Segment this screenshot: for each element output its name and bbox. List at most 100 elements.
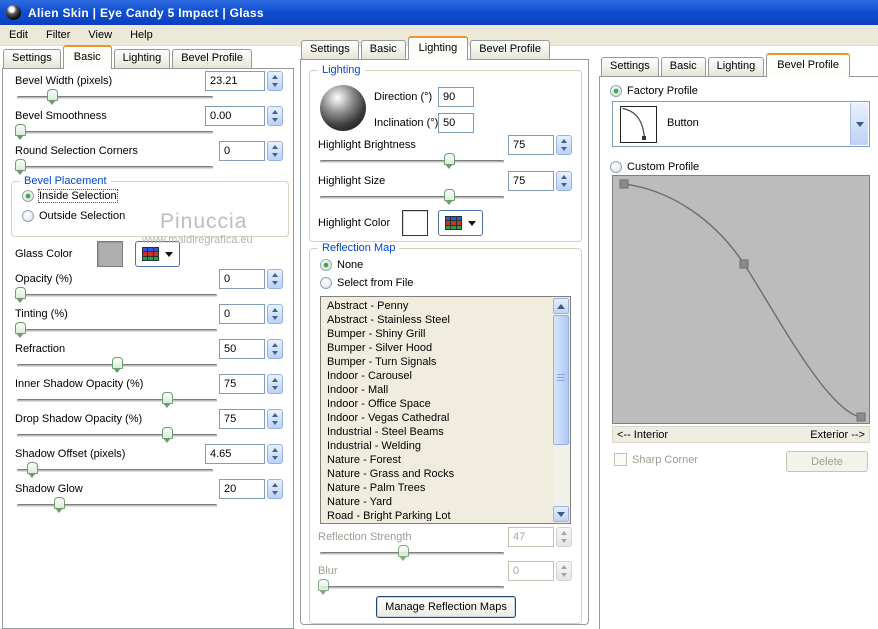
- tab-basic[interactable]: Basic: [360, 40, 406, 59]
- spinner-down-icon[interactable]: [272, 152, 278, 157]
- refraction-spin-buttons[interactable]: [267, 339, 283, 359]
- inner-shadow-spinner[interactable]: 75: [219, 374, 283, 394]
- round-corners-value[interactable]: 0: [219, 141, 265, 161]
- factory-profile-option[interactable]: Factory Profile: [610, 85, 698, 97]
- outside-selection-option[interactable]: Outside Selection: [22, 210, 125, 222]
- list-item[interactable]: Bumper - Silver Hood: [323, 341, 553, 355]
- refraction-value[interactable]: 50: [219, 339, 265, 359]
- bevel-smoothness-slider[interactable]: [15, 124, 213, 140]
- spinner-down-icon[interactable]: [272, 350, 278, 355]
- spinner-up-icon[interactable]: [272, 273, 278, 278]
- reflection-file-label[interactable]: Select from File: [337, 277, 413, 289]
- spinner-up-icon[interactable]: [561, 139, 567, 144]
- list-item[interactable]: Nature - Palm Trees: [323, 481, 553, 495]
- shadow-offset-spin-buttons[interactable]: [267, 444, 283, 464]
- drop-shadow-slider[interactable]: [17, 427, 217, 443]
- tinting-spinner[interactable]: 0: [219, 304, 283, 324]
- tab-lighting[interactable]: Lighting: [113, 49, 171, 68]
- spinner-down-icon[interactable]: [272, 490, 278, 495]
- opacity-slider-thumb[interactable]: [15, 287, 26, 303]
- outside-selection-radio[interactable]: [22, 210, 34, 222]
- menu-help[interactable]: Help: [121, 27, 162, 43]
- bevel-width-value[interactable]: 23.21: [205, 71, 265, 91]
- title-bar[interactable]: Alien Skin | Eye Candy 5 Impact | Glass: [0, 0, 878, 25]
- list-item[interactable]: Nature - Forest: [323, 453, 553, 467]
- tinting-value[interactable]: 0: [219, 304, 265, 324]
- list-item[interactable]: Industrial - Steel Beams: [323, 425, 553, 439]
- spinner-down-icon[interactable]: [561, 182, 567, 187]
- opacity-value[interactable]: 0: [219, 269, 265, 289]
- list-item[interactable]: Road - Bright Parking Lot: [323, 509, 553, 521]
- spinner-up-icon[interactable]: [272, 110, 278, 115]
- spinner-up-icon[interactable]: [272, 378, 278, 383]
- shadow-glow-slider-thumb[interactable]: [54, 497, 65, 513]
- drop-shadow-spinner[interactable]: 75: [219, 409, 283, 429]
- reflection-file-radio[interactable]: [320, 277, 332, 289]
- highlight-size-spinner[interactable]: 75: [508, 171, 572, 191]
- shadow-glow-value[interactable]: 20: [219, 479, 265, 499]
- reflection-file-option[interactable]: Select from File: [320, 277, 413, 289]
- spinner-up-icon[interactable]: [272, 413, 278, 418]
- shadow-glow-spinner[interactable]: 20: [219, 479, 283, 499]
- reflection-none-radio[interactable]: [320, 259, 332, 271]
- list-item[interactable]: Indoor - Mall: [323, 383, 553, 397]
- shadow-offset-value[interactable]: 4.65: [205, 444, 265, 464]
- direction-field[interactable]: 90: [438, 87, 474, 107]
- drop-shadow-spin-buttons[interactable]: [267, 409, 283, 429]
- bevel-width-spinner[interactable]: 23.21: [205, 71, 283, 91]
- list-item[interactable]: Bumper - Turn Signals: [323, 355, 553, 369]
- tinting-slider-thumb[interactable]: [15, 322, 26, 338]
- highlight-color-swatch[interactable]: [402, 210, 428, 236]
- inside-selection-label[interactable]: Inside Selection: [38, 189, 118, 203]
- shadow-glow-slider[interactable]: [17, 497, 217, 513]
- spinner-up-icon[interactable]: [561, 175, 567, 180]
- list-item[interactable]: Abstract - Stainless Steel: [323, 313, 553, 327]
- outside-selection-label[interactable]: Outside Selection: [39, 210, 125, 222]
- shadow-offset-slider[interactable]: [17, 462, 213, 478]
- inside-selection-option[interactable]: Inside Selection: [22, 189, 118, 203]
- spinner-up-icon[interactable]: [272, 75, 278, 80]
- bevel-width-slider[interactable]: [17, 89, 213, 105]
- bevel-smoothness-spin-buttons[interactable]: [267, 106, 283, 126]
- round-corners-slider-thumb[interactable]: [15, 159, 26, 175]
- spinner-up-icon[interactable]: [272, 343, 278, 348]
- factory-profile-label[interactable]: Factory Profile: [627, 85, 698, 97]
- highlight-brightness-spin-buttons[interactable]: [556, 135, 572, 155]
- refraction-slider[interactable]: [17, 357, 217, 373]
- inner-shadow-spin-buttons[interactable]: [267, 374, 283, 394]
- bevel-smoothness-spinner[interactable]: 0.00: [205, 106, 283, 126]
- inside-selection-radio[interactable]: [22, 190, 34, 202]
- bevel-width-spin-buttons[interactable]: [267, 71, 283, 91]
- list-item[interactable]: Abstract - Penny: [323, 299, 553, 313]
- round-corners-slider[interactable]: [15, 159, 213, 175]
- tab-bevel-profile[interactable]: Bevel Profile: [766, 53, 850, 77]
- menu-view[interactable]: View: [79, 27, 121, 43]
- list-item[interactable]: Nature - Grass and Rocks: [323, 467, 553, 481]
- menu-edit[interactable]: Edit: [0, 27, 37, 43]
- highlight-brightness-slider[interactable]: [320, 153, 504, 169]
- custom-profile-label[interactable]: Custom Profile: [627, 161, 699, 173]
- highlight-size-slider-thumb[interactable]: [443, 189, 455, 205]
- highlight-brightness-value[interactable]: 75: [508, 135, 554, 155]
- list-item[interactable]: Nature - Yard: [323, 495, 553, 509]
- drop-shadow-value[interactable]: 75: [219, 409, 265, 429]
- tab-settings[interactable]: Settings: [301, 40, 359, 59]
- tab-basic[interactable]: Basic: [660, 57, 706, 76]
- custom-profile-radio[interactable]: [610, 161, 622, 173]
- opacity-spinner[interactable]: 0: [219, 269, 283, 289]
- bevel-smoothness-value[interactable]: 0.00: [205, 106, 265, 126]
- tab-lighting[interactable]: Lighting: [707, 57, 765, 76]
- list-item[interactable]: Indoor - Vegas Cathedral: [323, 411, 553, 425]
- bevel-profile-curve-editor[interactable]: [612, 175, 870, 424]
- list-item[interactable]: Indoor - Carousel: [323, 369, 553, 383]
- highlight-size-spin-buttons[interactable]: [556, 171, 572, 191]
- manage-reflection-maps-button[interactable]: Manage Reflection Maps: [376, 596, 516, 618]
- shadow-offset-spinner[interactable]: 4.65: [205, 444, 283, 464]
- spinner-up-icon[interactable]: [272, 448, 278, 453]
- spinner-down-icon[interactable]: [272, 117, 278, 122]
- menu-filter[interactable]: Filter: [37, 27, 79, 43]
- tab-basic[interactable]: Basic: [62, 45, 112, 69]
- spinner-down-icon[interactable]: [272, 455, 278, 460]
- custom-profile-option[interactable]: Custom Profile: [610, 161, 699, 173]
- tab-settings[interactable]: Settings: [601, 57, 659, 76]
